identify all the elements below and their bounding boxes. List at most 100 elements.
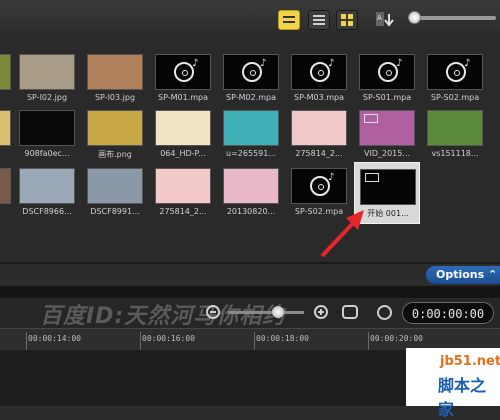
media-caption: 908fa0ec... — [24, 149, 70, 158]
media-caption: SP-M03.mpa — [293, 93, 344, 102]
view-thumbnail-button[interactable] — [336, 10, 358, 30]
ruler-tick-label: 00:00:20:00 — [370, 334, 423, 343]
media-tile[interactable]: 画布.png — [82, 104, 148, 166]
media-tile[interactable]: ♪ SP-M01.mpa — [150, 48, 216, 110]
slider-knob[interactable] — [408, 11, 421, 24]
audio-disc-icon — [242, 62, 262, 82]
view-storyboard-button[interactable] — [278, 10, 300, 30]
media-tile[interactable]: DSCF8991... — [82, 162, 148, 224]
ruler-tick-line — [140, 332, 141, 350]
zoom-out-icon[interactable] — [206, 305, 220, 319]
video-thumbnail — [359, 110, 415, 146]
audio-disc-icon — [310, 62, 330, 82]
options-label: Options — [436, 268, 485, 281]
image-thumbnail — [0, 168, 11, 204]
media-caption: 画布.png — [98, 150, 132, 159]
library-toolbar: A — [0, 0, 500, 38]
media-caption: 275814_2... — [295, 149, 343, 158]
image-thumbnail — [19, 168, 75, 204]
audio-thumbnail: ♪ — [291, 54, 347, 90]
image-thumbnail — [19, 54, 75, 90]
svg-text:A: A — [377, 14, 382, 22]
site-logo: jb51.net 脚本之家 — [406, 348, 500, 419]
clock-icon[interactable] — [377, 305, 392, 320]
image-thumbnail — [87, 54, 143, 90]
watermark: 百度ID:天然河马你相约 — [40, 304, 286, 329]
media-tile[interactable]: VID_2015... — [354, 104, 420, 166]
media-caption: vs151118... — [431, 149, 479, 158]
media-tile[interactable]: 275814_2... — [150, 162, 216, 224]
library-panel: SP-I02.jpg SP-I03.jpg ♪ SP-M01.mpa ♪ SP-M02.m… — [0, 38, 500, 262]
media-tile[interactable]: 908fa0ec... — [14, 104, 80, 166]
zoom-slider-knob[interactable] — [272, 306, 284, 318]
media-tile[interactable]: DSCF8966... — [14, 162, 80, 224]
ruler-tick-label: 00:00:18:00 — [256, 334, 309, 343]
image-thumbnail — [0, 110, 11, 146]
media-caption: SP-M02.mpa — [225, 93, 276, 102]
audio-disc-icon — [174, 62, 194, 82]
ruler-tick-line — [26, 332, 27, 350]
music-note-icon: ♪ — [464, 58, 471, 69]
media-caption: DSCF8966... — [22, 207, 72, 216]
media-tile[interactable]: 064_HD-P... — [150, 104, 216, 166]
audio-disc-icon — [446, 62, 466, 82]
image-thumbnail — [0, 54, 11, 90]
logo-domain: jb51.net — [440, 354, 500, 369]
media-caption: SP-S02.mpa — [430, 93, 480, 102]
timecode-display[interactable]: 0:00:00:00 — [402, 302, 494, 324]
logo-brand: 脚本之家 — [438, 376, 487, 419]
media-tile[interactable]: u=265591... — [218, 104, 284, 166]
media-caption: 20130820... — [226, 207, 276, 216]
media-caption: 275814_2... — [159, 207, 207, 216]
ruler-tick-label: 00:00:14:00 — [28, 334, 81, 343]
media-tile[interactable]: SP-I02.jpg — [14, 48, 80, 110]
media-tile[interactable]: ♪ SP-M03.mpa — [286, 48, 352, 110]
zoom-slider[interactable] — [228, 311, 304, 314]
media-caption: SP-I02.jpg — [26, 93, 68, 102]
view-list-button[interactable] — [308, 10, 330, 30]
image-thumbnail — [155, 110, 211, 146]
media-tile[interactable]: vs151118... — [422, 104, 488, 166]
music-note-icon: ♪ — [260, 58, 267, 69]
image-thumbnail — [87, 168, 143, 204]
music-note-icon: ♪ — [328, 172, 335, 183]
media-tile[interactable]: ♪ SP-S01.mpa — [354, 48, 420, 110]
media-caption: VID_2015... — [364, 149, 410, 158]
audio-thumbnail: ♪ — [155, 54, 211, 90]
audio-disc-icon — [310, 176, 330, 196]
audio-thumbnail: ♪ — [291, 168, 347, 204]
image-thumbnail — [155, 168, 211, 204]
media-tile[interactable]: 20130820... — [218, 162, 284, 224]
audio-thumbnail: ♪ — [359, 54, 415, 90]
separator — [0, 286, 500, 298]
media-caption: SP-I03.jpg — [94, 93, 136, 102]
thumbnail-size-slider[interactable] — [408, 11, 496, 24]
media-tile[interactable]: 275814_2... — [286, 104, 352, 166]
zoom-in-icon[interactable] — [314, 305, 328, 319]
video-thumbnail — [360, 169, 416, 205]
media-caption: SP-S01.mpa — [362, 93, 412, 102]
audio-disc-icon — [378, 62, 398, 82]
sort-icon[interactable]: A — [374, 10, 396, 32]
image-thumbnail — [223, 110, 279, 146]
media-tile[interactable]: ♪ SP-S02.mpa — [422, 48, 488, 110]
chevron-up-icon: ⌃ — [488, 268, 498, 281]
audio-thumbnail: ♪ — [223, 54, 279, 90]
film-icon — [364, 114, 378, 123]
music-note-icon: ♪ — [192, 58, 199, 69]
pointer-arrow — [320, 210, 364, 258]
fit-project-icon[interactable] — [342, 305, 358, 319]
image-thumbnail — [87, 110, 143, 146]
media-caption: SP-M01.mpa — [157, 93, 208, 102]
media-tile[interactable]: SP-I03.jpg — [82, 48, 148, 110]
music-note-icon: ♪ — [396, 58, 403, 69]
media-caption: DSCF8991... — [90, 207, 140, 216]
options-button[interactable]: Options ⌃ — [426, 266, 500, 284]
ruler-tick-label: 00:00:16:00 — [142, 334, 195, 343]
image-thumbnail — [223, 168, 279, 204]
audio-thumbnail: ♪ — [427, 54, 483, 90]
media-caption: u=265591... — [226, 149, 276, 158]
image-thumbnail — [19, 110, 75, 146]
media-tile[interactable]: ♪ SP-M02.mpa — [218, 48, 284, 110]
image-thumbnail — [291, 110, 347, 146]
